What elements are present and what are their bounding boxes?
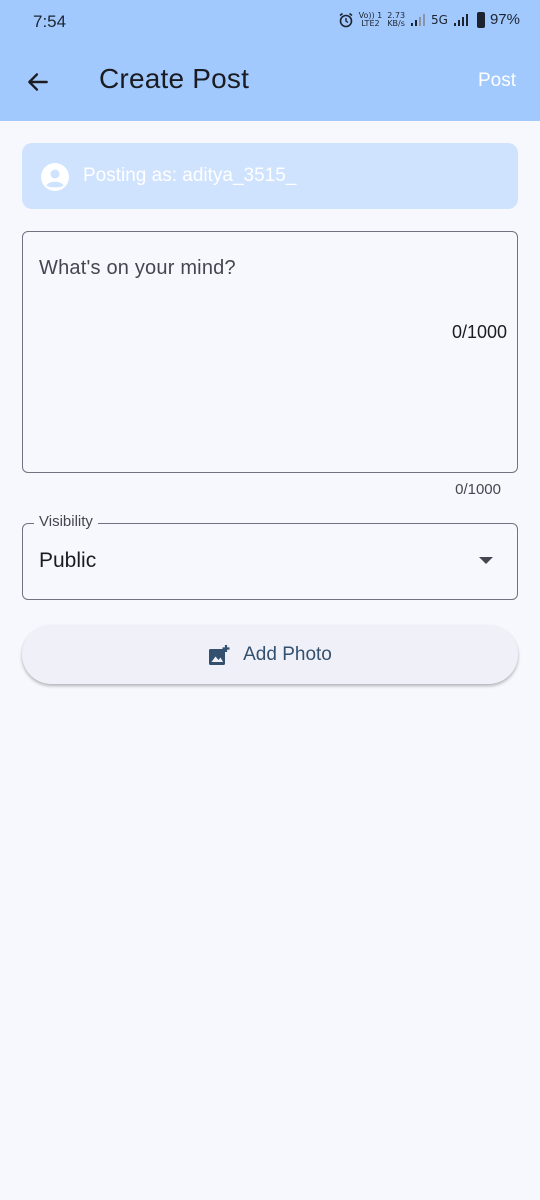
speed-unit: KB/s bbox=[387, 18, 405, 28]
signal-icon bbox=[411, 13, 426, 26]
network-speed: 2.73 KB/s bbox=[387, 11, 405, 28]
status-bar: 7:54 Vo)) 1 LTE2 2.73 KB/s 5G 97% bbox=[0, 0, 540, 44]
add-photo-button[interactable]: Add Photo bbox=[22, 625, 518, 684]
post-char-counter: 0/1000 bbox=[451, 322, 507, 342]
dropdown-arrow-icon bbox=[479, 557, 493, 564]
back-button[interactable] bbox=[14, 58, 62, 106]
volte-bottom: LTE2 bbox=[361, 18, 380, 28]
battery-icon bbox=[476, 11, 485, 28]
post-text-input[interactable]: What's on your mind? 0/1000 bbox=[22, 231, 518, 473]
visibility-label: Visibility bbox=[34, 513, 98, 530]
visibility-selected-value: Public bbox=[39, 549, 97, 572]
post-button[interactable]: Post bbox=[478, 70, 516, 92]
status-icons: Vo)) 1 LTE2 2.73 KB/s 5G 97% bbox=[338, 11, 520, 28]
post-helper-counter: 0/1000 bbox=[455, 481, 501, 498]
status-time: 7:54 bbox=[33, 12, 67, 31]
post-placeholder: What's on your mind? bbox=[39, 257, 236, 279]
posting-as-banner: Posting as: aditya_3515_ bbox=[22, 143, 518, 209]
top-bar: 7:54 Vo)) 1 LTE2 2.73 KB/s 5G 97% Create… bbox=[0, 0, 540, 121]
account-circle-icon bbox=[41, 163, 69, 191]
battery-level: 97% bbox=[489, 11, 520, 28]
network-type: 5G bbox=[431, 12, 448, 27]
app-bar: Create Post Post bbox=[0, 44, 540, 121]
alarm-icon bbox=[339, 12, 353, 27]
signal-full-icon bbox=[453, 13, 468, 26]
page-title: Create Post bbox=[99, 63, 250, 94]
add-photo-icon bbox=[209, 644, 230, 665]
visibility-dropdown[interactable]: Visibility Public bbox=[22, 513, 518, 600]
volte-indicator: Vo)) 1 LTE2 bbox=[359, 11, 383, 28]
arrow-left-icon bbox=[28, 73, 48, 91]
add-photo-label: Add Photo bbox=[243, 643, 332, 665]
posting-as-text: Posting as: aditya_3515_ bbox=[83, 165, 297, 186]
